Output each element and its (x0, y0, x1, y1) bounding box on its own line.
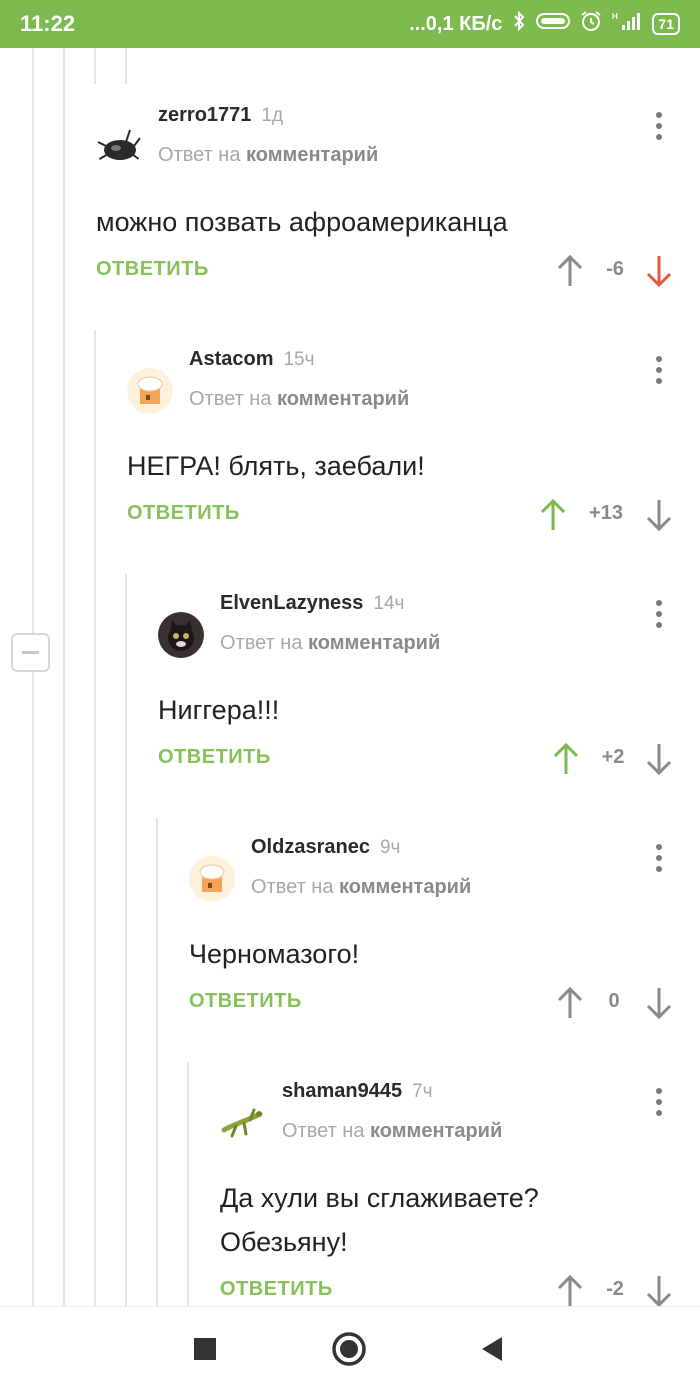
thread-line (94, 330, 96, 1306)
thread-line (94, 48, 96, 84)
comment-text: НЕГРА! блять, заебали! (127, 451, 425, 481)
status-icons: ...0,1 КБ/с H 71 (409, 10, 680, 38)
network-speed: ...0,1 КБ/с (409, 12, 503, 35)
downvote-icon[interactable] (645, 986, 673, 1020)
thread-line (125, 48, 127, 84)
rating-value: -6 (606, 258, 624, 280)
upvote-icon[interactable] (556, 986, 584, 1020)
reply-to-label: Ответ на комментарий (282, 1120, 503, 1142)
reply-to-link[interactable]: комментарий (277, 388, 409, 410)
comment-text: можно позвать афроамериканца (96, 207, 508, 237)
reply-to-label: Ответ на комментарий (158, 144, 379, 166)
alarm-icon (580, 10, 602, 38)
status-time: 11:22 (20, 11, 76, 36)
downvote-icon[interactable] (645, 742, 673, 776)
downvote-icon[interactable] (645, 1274, 673, 1308)
default-avatar[interactable] (189, 856, 235, 902)
username[interactable]: Oldzasranec 9ч (251, 836, 400, 859)
upvote-icon[interactable] (556, 254, 584, 288)
rating-value: +13 (589, 502, 623, 524)
reply-to-link[interactable]: комментарий (308, 632, 440, 654)
upvote-icon[interactable] (556, 1274, 584, 1308)
comment: zerro1771 1д Ответ на комментарий можно п… (96, 104, 696, 294)
comment-text: Черномазого! (189, 939, 360, 969)
comment-text: Да хули вы сглаживаете? Обезьяну! (220, 1176, 700, 1264)
reply-to-link[interactable]: комментарий (246, 144, 378, 166)
thread-line (32, 48, 34, 633)
rating-value: +2 (601, 746, 625, 768)
status-bar: 11:22 ...0,1 КБ/с H 71 (0, 0, 700, 48)
comment-time: 7ч (412, 1081, 433, 1102)
rating-value: 0 (608, 990, 620, 1012)
reply-to-label: Ответ на комментарий (251, 876, 472, 898)
reply-to-label: Ответ на комментарий (220, 632, 441, 654)
system-nav-bar (0, 1306, 700, 1400)
rating-value: -2 (606, 1278, 624, 1300)
svg-text:H: H (612, 12, 618, 21)
back-button[interactable] (480, 1336, 504, 1367)
thread-line (32, 672, 34, 1306)
downvote-icon[interactable] (645, 498, 673, 532)
comment: ElvenLazyness 14ч Ответ на комментарий Ни… (158, 592, 700, 782)
upvote-icon[interactable] (552, 742, 580, 776)
home-button[interactable] (331, 1331, 367, 1372)
thread-line (125, 574, 127, 1306)
more-options-icon[interactable] (648, 1082, 668, 1122)
comment-text-line: Да хули вы сглаживаете? (220, 1183, 539, 1213)
recents-button[interactable] (193, 1337, 217, 1366)
reply-button[interactable]: ОТВЕТИТЬ (96, 258, 209, 281)
more-options-icon[interactable] (648, 838, 668, 878)
upvote-icon[interactable] (539, 498, 567, 532)
thread-line (187, 1062, 189, 1306)
reply-button[interactable]: ОТВЕТИТЬ (189, 990, 302, 1013)
username[interactable]: zerro1771 1д (158, 104, 283, 127)
more-options-icon[interactable] (648, 106, 668, 146)
signal-icon: H (612, 11, 642, 37)
comment-time: 9ч (379, 837, 401, 858)
comment-text: Ниггера!!! (158, 695, 280, 725)
comment: shaman9445 7ч Ответ на комментарий Да хул… (220, 1080, 700, 1314)
username[interactable]: ElvenLazyness 14ч (220, 592, 404, 615)
lizard-avatar[interactable] (220, 1100, 266, 1146)
comment-text-line: Обезьяну! (220, 1227, 348, 1257)
vpn-icon (536, 11, 571, 37)
comment: Astacom 15ч Ответ на комментарий НЕГРА! б… (127, 348, 700, 538)
downvote-icon[interactable] (645, 254, 673, 288)
bluetooth-icon (512, 10, 526, 38)
default-avatar[interactable] (127, 368, 173, 414)
collapse-thread-button[interactable] (11, 633, 50, 672)
reply-button[interactable]: ОТВЕТИТЬ (127, 502, 240, 525)
more-options-icon[interactable] (648, 350, 668, 390)
cat-avatar[interactable] (158, 612, 204, 658)
comment-time: 15ч (283, 349, 315, 370)
username[interactable]: Astacom 15ч (189, 348, 315, 371)
reply-to-label: Ответ на комментарий (189, 388, 410, 410)
reply-button[interactable]: ОТВЕТИТЬ (158, 746, 271, 769)
thread-line (63, 48, 65, 1306)
comment-time: 14ч (373, 593, 405, 614)
reply-button[interactable]: ОТВЕТИТЬ (220, 1278, 333, 1301)
reply-to-link[interactable]: комментарий (370, 1120, 502, 1142)
reply-to-link[interactable]: комментарий (339, 876, 471, 898)
comment: Oldzasranec 9ч Ответ на комментарий Черно… (189, 836, 700, 1026)
beetle-avatar[interactable] (96, 124, 142, 170)
comment-time: 1д (261, 105, 284, 126)
thread-line (156, 818, 158, 1306)
username[interactable]: shaman9445 7ч (282, 1080, 433, 1103)
more-options-icon[interactable] (648, 594, 668, 634)
battery-icon: 71 (652, 13, 680, 35)
